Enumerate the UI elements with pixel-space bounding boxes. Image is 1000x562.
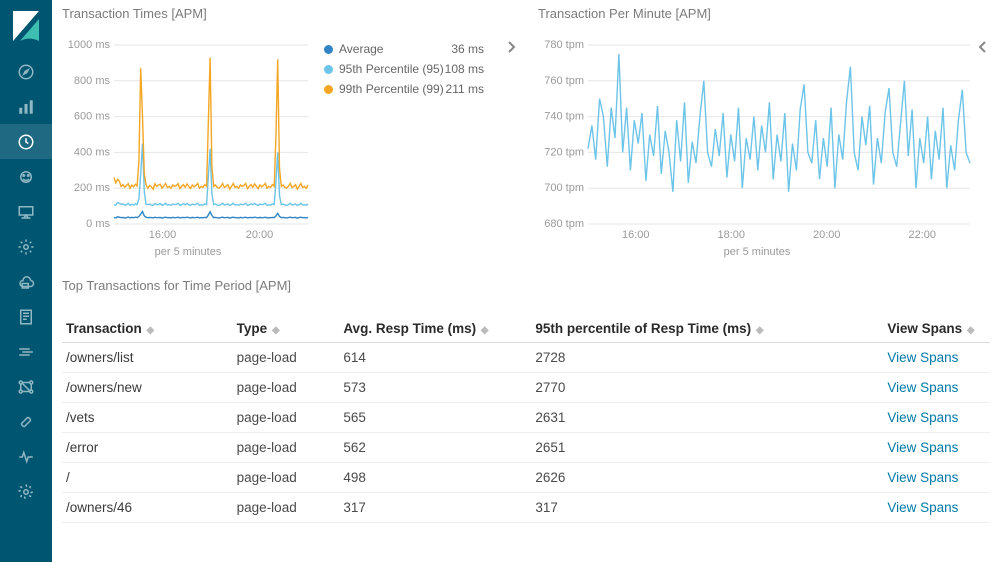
view-spans-link[interactable]: View Spans [887,410,958,425]
nav-timelion[interactable] [0,159,52,194]
cell-type: page-load [233,403,340,433]
nav-canvas[interactable] [0,194,52,229]
nav-ml[interactable] [0,334,52,369]
nav-monitoring[interactable] [0,439,52,474]
svg-text:20:00: 20:00 [813,229,841,241]
collapse-legend-icon[interactable] [978,40,988,57]
legend-item[interactable]: 95th Percentile (95)108 ms [324,59,484,79]
tpm-chart: 680 tpm 700 tpm 720 tpm 740 tpm 760 tpm 780 t… [538,39,976,244]
table-row: /vets page-load 565 2631 View Spans [62,403,990,433]
svg-text:18:00: 18:00 [717,229,745,241]
cell-type: page-load [233,493,340,523]
kibana-logo[interactable] [6,6,46,46]
cell-p95: 317 [531,493,883,523]
column-header[interactable]: Transaction ◆ [62,315,233,343]
cell-transaction: /owners/46 [62,493,233,523]
column-header[interactable]: Avg. Resp Time (ms) ◆ [339,315,531,343]
nav-dashboard[interactable] [0,124,52,159]
panel-tpm: Transaction Per Minute [APM] 680 tpm 700 … [538,2,990,258]
view-spans-link[interactable]: View Spans [887,440,958,455]
svg-text:1000 ms: 1000 ms [68,39,111,51]
nav-graph[interactable] [0,369,52,404]
column-header[interactable]: Type ◆ [233,315,340,343]
svg-text:16:00: 16:00 [149,229,177,241]
svg-text:16:00: 16:00 [622,229,650,241]
cell-avg: 562 [339,433,531,463]
cell-p95: 2770 [531,373,883,403]
cell-avg: 498 [339,463,531,493]
table-row: /owners/new page-load 573 2770 View Span… [62,373,990,403]
view-spans-link[interactable]: View Spans [887,500,958,515]
cell-type: page-load [233,373,340,403]
cell-avg: 614 [339,343,531,373]
cell-type: page-load [233,433,340,463]
table-row: /owners/46 page-load 317 317 View Spans [62,493,990,523]
cell-transaction: /owners/list [62,343,233,373]
sort-icon: ◆ [269,325,279,336]
legend-item[interactable]: 99th Percentile (99)211 ms [324,79,484,99]
cell-transaction: / [62,463,233,493]
svg-text:800 ms: 800 ms [74,75,111,87]
chart-legend: Average36 ms95th Percentile (95)108 ms99… [314,39,484,244]
svg-text:700 tpm: 700 tpm [544,182,584,194]
sort-icon: ◆ [964,325,974,336]
sidebar [0,0,52,562]
svg-text:0 ms: 0 ms [86,218,110,230]
svg-text:760 tpm: 760 tpm [544,75,584,87]
nav-devtools[interactable] [0,404,52,439]
nav-logs[interactable] [0,299,52,334]
svg-text:20:00: 20:00 [246,229,274,241]
panel-transaction-times: Transaction Times [APM] 0 ms 200 ms 400 ms… [62,2,518,258]
svg-text:200 ms: 200 ms [74,182,111,194]
table-row: /owners/list page-load 614 2728 View Spa… [62,343,990,373]
cell-type: page-load [233,343,340,373]
cell-p95: 2728 [531,343,883,373]
table-row: /error page-load 562 2651 View Spans [62,433,990,463]
column-header[interactable]: View Spans ◆ [883,315,990,343]
cell-avg: 573 [339,373,531,403]
cell-p95: 2651 [531,433,883,463]
sort-icon: ◆ [478,325,488,336]
cell-transaction: /owners/new [62,373,233,403]
cell-avg: 317 [339,493,531,523]
svg-text:780 tpm: 780 tpm [544,39,584,51]
x-axis-label: per 5 minutes [538,244,976,258]
panel-title: Transaction Per Minute [APM] [538,2,990,39]
x-axis-label: per 5 minutes [62,244,314,258]
cell-p95: 2626 [531,463,883,493]
cell-transaction: /vets [62,403,233,433]
cell-p95: 2631 [531,403,883,433]
main-content: Transaction Times [APM] 0 ms 200 ms 400 ms… [52,0,1000,562]
column-header[interactable]: 95th percentile of Resp Time (ms) ◆ [531,315,883,343]
view-spans-link[interactable]: View Spans [887,380,958,395]
transactions-table: Transaction ◆Type ◆Avg. Resp Time (ms) ◆… [62,315,990,523]
table-row: / page-load 498 2626 View Spans [62,463,990,493]
nav-management[interactable] [0,474,52,509]
svg-text:22:00: 22:00 [908,229,936,241]
cell-type: page-load [233,463,340,493]
nav-discover[interactable] [0,54,52,89]
transaction-times-chart: 0 ms 200 ms 400 ms 600 ms 800 ms 1000 ms 16:00… [62,39,314,244]
view-spans-link[interactable]: View Spans [887,470,958,485]
svg-text:680 tpm: 680 tpm [544,218,584,230]
svg-text:600 ms: 600 ms [74,111,111,123]
sort-icon: ◆ [753,325,763,336]
transactions-table-panel: Top Transactions for Time Period [APM] T… [62,258,990,523]
nav-visualize[interactable] [0,89,52,124]
table-title: Top Transactions for Time Period [APM] [62,278,990,315]
cell-transaction: /error [62,433,233,463]
panel-title: Transaction Times [APM] [62,2,518,39]
view-spans-link[interactable]: View Spans [887,350,958,365]
nav-apm[interactable] [0,229,52,264]
svg-text:400 ms: 400 ms [74,146,111,158]
nav-infrastructure[interactable] [0,264,52,299]
sort-icon: ◆ [144,325,154,336]
legend-item[interactable]: Average36 ms [324,39,484,59]
cell-avg: 565 [339,403,531,433]
svg-text:720 tpm: 720 tpm [544,146,584,158]
svg-text:740 tpm: 740 tpm [544,111,584,123]
